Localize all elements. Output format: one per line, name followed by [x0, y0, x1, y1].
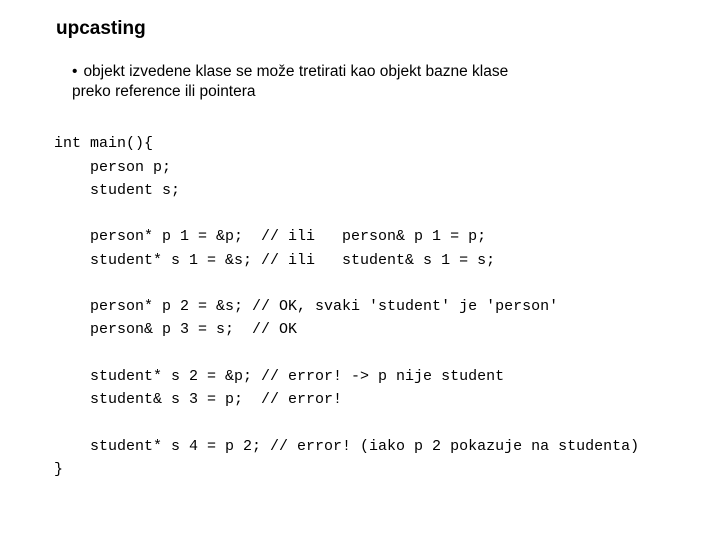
code-line: student s; [54, 182, 180, 199]
code-line: person p; [54, 159, 171, 176]
slide: upcasting • objekt izvedene klase se mož… [0, 0, 720, 481]
code-line: student& s 3 = p; // error! [54, 391, 342, 408]
code-line: person* p 1 = &p; // ili person& p 1 = p… [54, 228, 486, 245]
code-line: int main(){ [54, 135, 153, 152]
code-block: int main(){ person p; student s; person*… [54, 132, 680, 481]
bullet-dot: • [72, 62, 77, 82]
code-line: } [54, 461, 63, 478]
code-line: student* s 1 = &s; // ili student& s 1 =… [54, 252, 495, 269]
bullet-line-1: • objekt izvedene klase se može tretirat… [72, 62, 680, 82]
code-line: student* s 2 = &p; // error! -> p nije s… [54, 368, 504, 385]
slide-title: upcasting [56, 18, 680, 40]
bullet-text-2: preko reference ili pointera [72, 82, 680, 102]
code-line: person& p 3 = s; // OK [54, 321, 297, 338]
bullet-block: • objekt izvedene klase se može tretirat… [72, 62, 680, 102]
code-line: person* p 2 = &s; // OK, svaki 'student'… [54, 298, 558, 315]
code-line: student* s 4 = p 2; // error! (iako p 2 … [54, 438, 639, 455]
bullet-text-1: objekt izvedene klase se može tretirati … [83, 62, 508, 82]
